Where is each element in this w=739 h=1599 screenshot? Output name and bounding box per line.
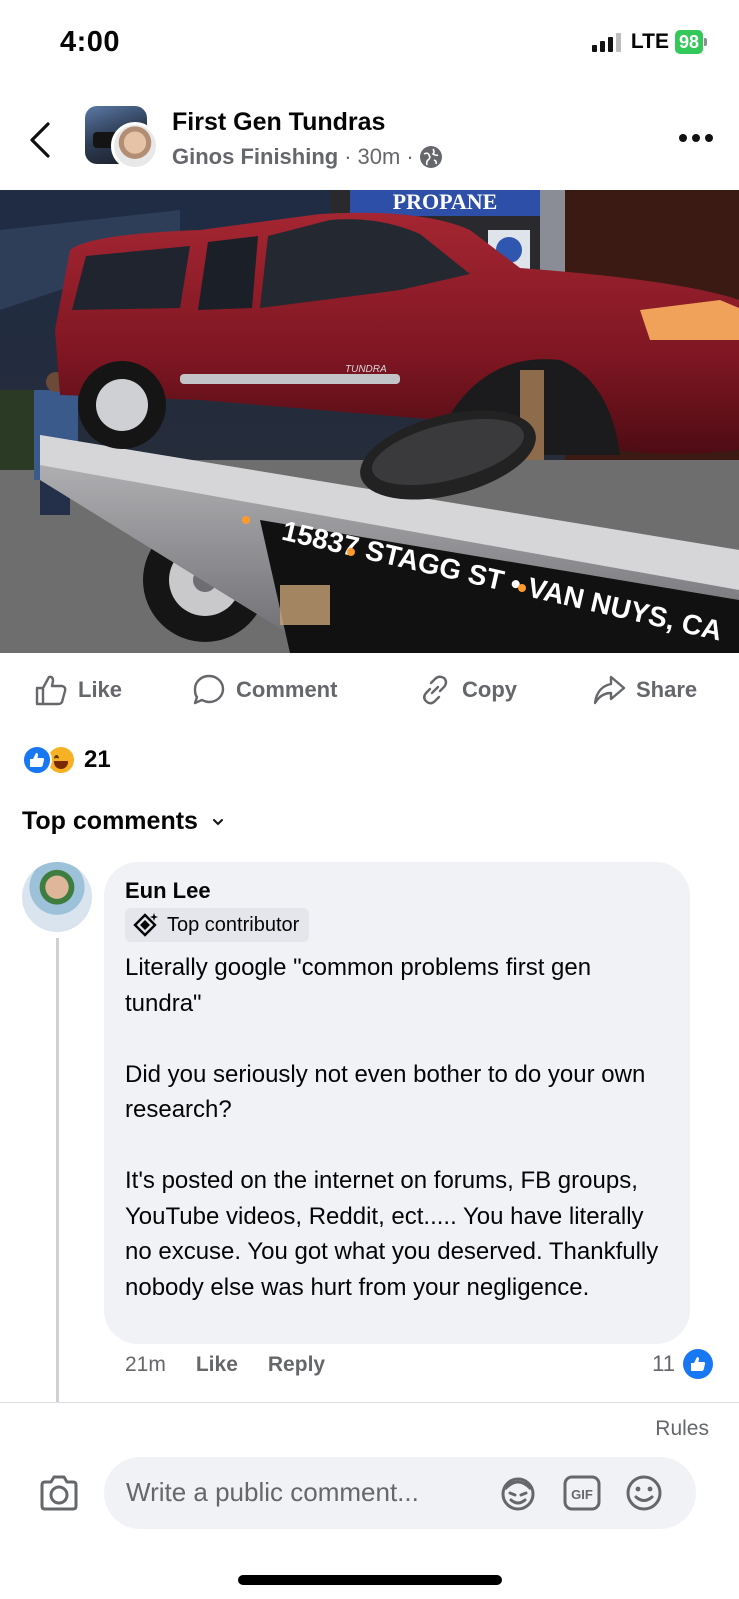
rules-link[interactable]: Rules — [655, 1417, 709, 1441]
top-contributor-badge[interactable]: Top contributor — [125, 908, 310, 942]
more-options-icon[interactable] — [679, 134, 713, 142]
share-label: Share — [636, 677, 698, 702]
signal-icon — [591, 32, 621, 52]
post-author[interactable]: Ginos Finishing — [172, 144, 338, 170]
back-arrow-icon[interactable] — [26, 120, 56, 160]
commenter-name[interactable]: Eun Lee — [125, 878, 670, 904]
commenter-avatar[interactable] — [22, 862, 92, 932]
comment-like-number: 11 — [652, 1351, 675, 1376]
post-action-bar: Like Comment Copy Share — [0, 665, 739, 717]
comment-input[interactable]: Write a public comment... GIF — [104, 1457, 696, 1529]
globe-icon — [419, 146, 442, 168]
svg-text:GIF: GIF — [571, 1487, 593, 1502]
status-time: 4:00 — [60, 26, 121, 58]
comment-text: Literally google "common problems first … — [125, 954, 659, 1301]
sort-label: Top comments — [22, 807, 198, 835]
comment-meta: 21m Like Reply — [125, 1353, 325, 1377]
reactions-summary[interactable]: 21 — [22, 745, 111, 775]
emoji-icon[interactable] — [624, 1473, 664, 1513]
link-icon — [423, 675, 448, 705]
chevron-down-icon — [212, 818, 223, 825]
badge-label: Top contributor — [167, 913, 300, 936]
comment-composer: Rules Write a public comment... GIF — [0, 1402, 739, 1599]
copy-button[interactable]: Copy — [418, 673, 517, 707]
post-photo[interactable]: PROPANE 15837 STAGG ST • VAN NUYS, CA TU… — [0, 190, 739, 653]
thread-line — [56, 938, 59, 1403]
like-button[interactable]: Like — [34, 673, 122, 707]
propane-sign: PROPANE — [393, 190, 498, 214]
comment-button[interactable]: Comment — [192, 673, 337, 707]
comment-label: Comment — [236, 677, 338, 702]
author-avatar — [111, 122, 159, 170]
group-avatar[interactable] — [85, 106, 159, 170]
comment-like-count[interactable]: 11 — [652, 1349, 713, 1379]
like-reaction-icon — [22, 745, 52, 775]
avatar-sticker-icon[interactable] — [498, 1473, 538, 1513]
comment-reply-button[interactable]: Reply — [268, 1353, 325, 1377]
share-button[interactable]: Share — [592, 673, 697, 707]
post-meta: Ginos Finishing · 30m · — [172, 144, 442, 170]
battery-level: 98 — [674, 30, 703, 54]
diamond-badge-icon — [133, 913, 158, 937]
comment-bubble[interactable]: Eun Lee Top contributor Literally google… — [104, 862, 690, 1344]
post-time: 30m — [357, 144, 401, 169]
group-name[interactable]: First Gen Tundras — [172, 108, 385, 137]
battery-icon: 98 — [674, 30, 707, 54]
comment-like-button[interactable]: Like — [196, 1353, 238, 1377]
tundra-badge: TUNDRA — [345, 364, 387, 375]
reaction-count: 21 — [84, 746, 111, 773]
copy-label: Copy — [462, 677, 517, 702]
camera-icon[interactable] — [38, 1473, 80, 1513]
post-header: First Gen Tundras Ginos Finishing · 30m … — [0, 100, 739, 185]
comment-time: 21m — [125, 1353, 166, 1376]
comments-sort-dropdown[interactable]: Top comments — [22, 807, 224, 836]
like-label: Like — [78, 677, 123, 702]
gif-icon[interactable]: GIF — [562, 1473, 602, 1513]
comment-placeholder: Write a public comment... — [126, 1477, 419, 1507]
tow-truck-photo: PROPANE 15837 STAGG ST • VAN NUYS, CA TU… — [0, 190, 739, 653]
share-arrow-icon — [593, 675, 626, 705]
status-indicators: LTE 98 — [591, 30, 707, 54]
home-indicator — [238, 1575, 502, 1585]
network-label: LTE — [630, 30, 669, 53]
comment-bubble-icon — [193, 674, 225, 705]
like-reaction-icon — [683, 1349, 713, 1379]
thumbs-up-icon — [35, 675, 67, 706]
status-bar: 4:00 LTE 98 — [0, 0, 739, 88]
